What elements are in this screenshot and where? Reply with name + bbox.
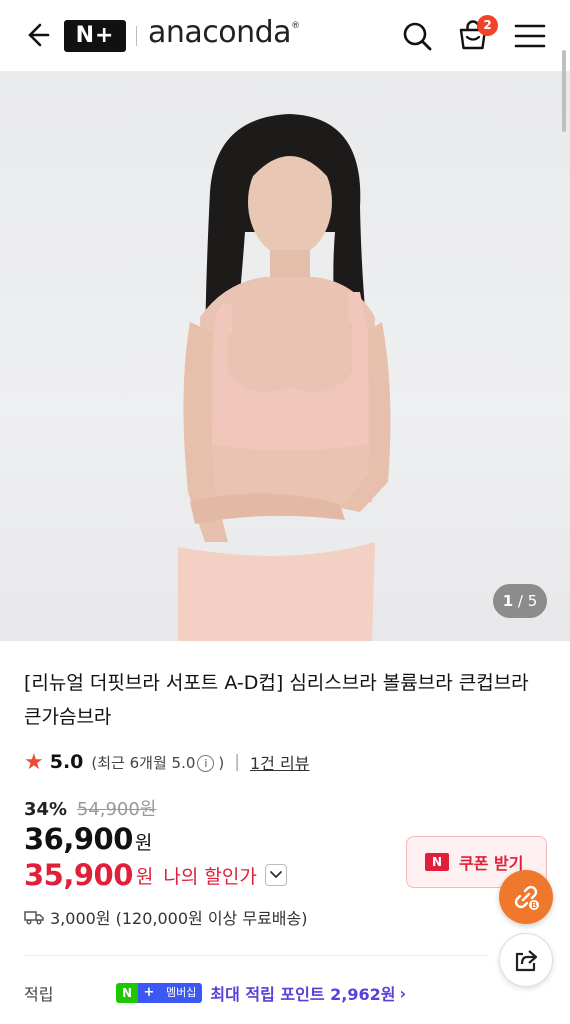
my-discount-price: 35,900 원 나의 할인가 <box>24 858 287 892</box>
top-header: N+ anaconda® 2 <box>0 0 570 72</box>
recent-rating: (최근 6개월 5.0 i) <box>91 752 224 773</box>
delivery-truck-icon <box>24 911 44 925</box>
back-arrow-icon[interactable] <box>18 18 52 52</box>
discount-rate: 34% <box>24 799 68 820</box>
page-scrollbar[interactable] <box>562 50 566 132</box>
link-icon <box>514 885 539 910</box>
my-price-value: 35,900 <box>24 858 133 892</box>
section-divider <box>24 955 488 956</box>
badge-n: N <box>116 983 138 1003</box>
discount-row: 34% 54,900원 <box>24 795 156 821</box>
cart-count-badge: 2 <box>477 15 498 36</box>
nplus-logo[interactable]: N+ <box>64 20 126 52</box>
sale-price-unit: 원 <box>134 832 153 854</box>
my-price-unit: 원 <box>135 865 154 888</box>
share-button[interactable] <box>499 933 553 987</box>
image-counter-separator: / <box>517 592 523 610</box>
brand-logo[interactable]: anaconda® <box>148 15 300 50</box>
points-row[interactable]: 적립 N + 멤버십 최대 적립 포인트 2,962원 › <box>24 980 504 1006</box>
coupon-label: 쿠폰 받기 <box>459 854 524 873</box>
rating-score: 5.0 <box>49 751 84 773</box>
shipping-info: 3,000원 (120,000원 이상 무료배송) <box>24 905 307 929</box>
star-icon: ★ <box>24 749 44 775</box>
search-icon[interactable] <box>400 19 434 53</box>
product-photo-model <box>178 114 391 641</box>
brand-registered-mark: ® <box>291 21 300 31</box>
product-image[interactable] <box>0 72 570 641</box>
my-price-label: 나의 할인가 <box>163 865 257 888</box>
brand-divider <box>136 26 137 46</box>
hamburger-menu-icon[interactable] <box>514 22 546 50</box>
points-label: 적립 <box>24 985 54 1004</box>
rating-row: ★ 5.0 (최근 6개월 5.0 i) | 1건 리뷰 <box>24 748 309 776</box>
recent-rating-close: ) <box>218 753 225 772</box>
naver-n-icon: N <box>425 853 449 871</box>
product-title: [리뉴얼 더핏브라 서포트 A-D컵] 심리스브라 볼륨브라 큰컵브라 큰가슴브… <box>24 672 529 728</box>
image-counter-current: 1 <box>502 592 514 610</box>
sale-price-value: 36,900 <box>24 822 133 856</box>
share-icon <box>515 950 538 972</box>
chevron-down-icon[interactable] <box>264 864 287 886</box>
image-counter-total: 5 <box>527 592 538 610</box>
sale-price: 36,900 원 <box>24 822 152 856</box>
image-counter: 1 / 5 <box>493 584 547 618</box>
badge-membership: 멤버십 <box>160 983 203 1003</box>
rating-divider: | <box>234 752 240 772</box>
shipping-text: 3,000원 (120,000원 이상 무료배송) <box>50 909 308 928</box>
review-count-link[interactable]: 1건 리뷰 <box>250 750 309 774</box>
recent-rating-label: (최근 6개월 5.0 <box>91 753 196 772</box>
naver-membership-badge: N + 멤버십 <box>116 983 203 1003</box>
link-share-button[interactable] <box>499 870 553 924</box>
brand-name: anaconda <box>148 15 292 50</box>
max-points-text: 최대 적립 포인트 2,962원 <box>210 985 396 1004</box>
original-price: 54,900원 <box>76 799 157 820</box>
chevron-right-icon: › <box>399 983 407 1003</box>
badge-plus: + <box>138 983 160 1003</box>
info-icon[interactable]: i <box>197 754 215 772</box>
